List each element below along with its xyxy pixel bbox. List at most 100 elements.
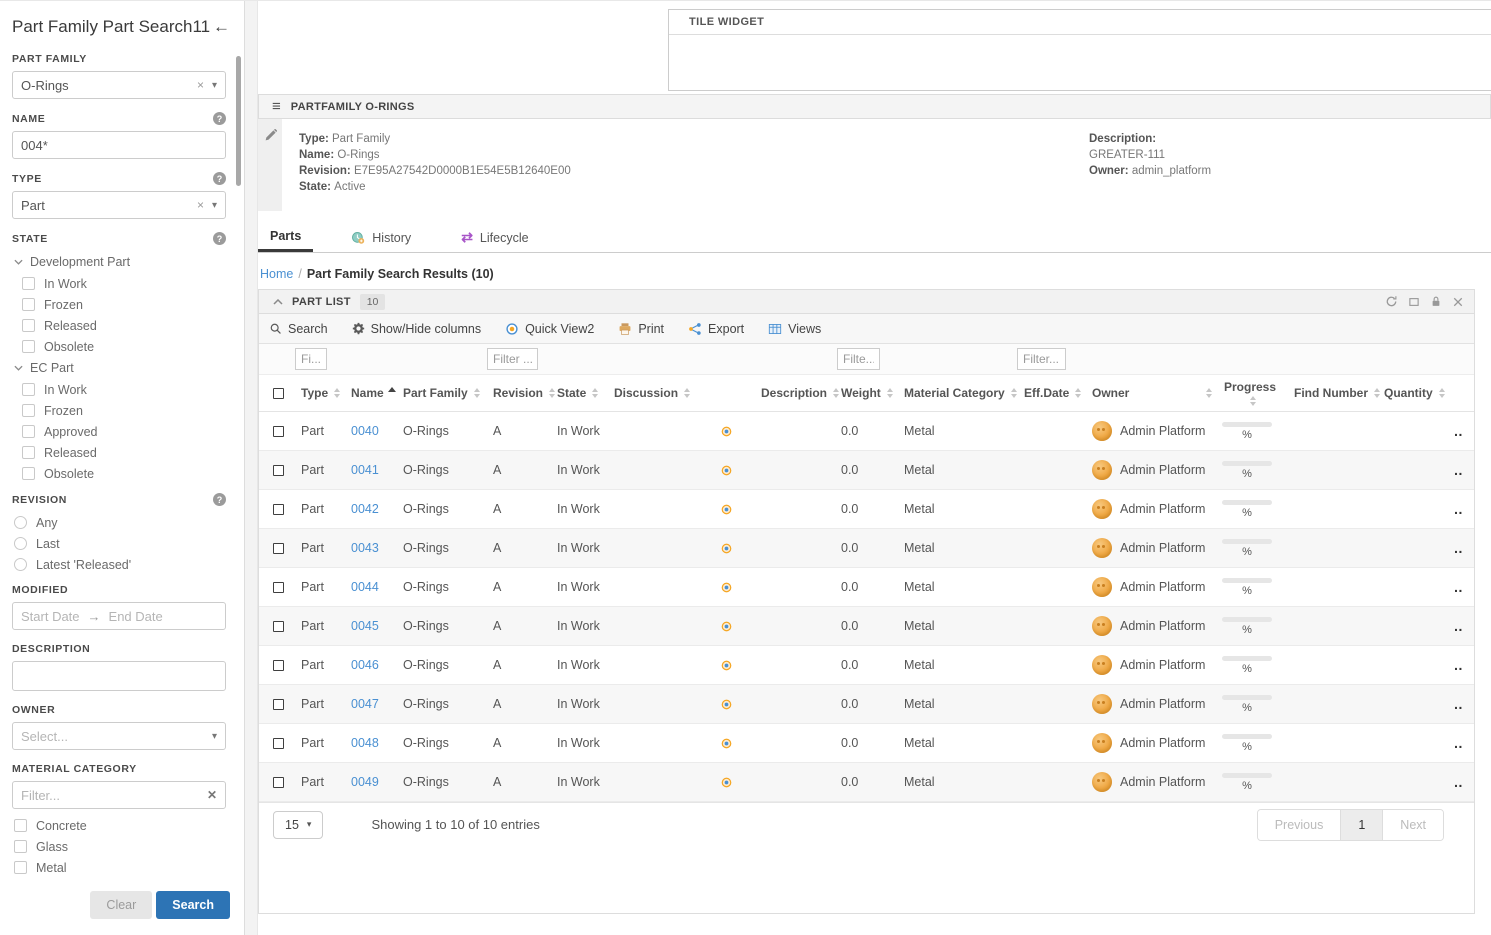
state-option-checkbox[interactable]: Frozen [12, 400, 226, 421]
column-filter-input[interactable] [295, 348, 327, 370]
row-actions-menu[interactable]: … [1453, 412, 1474, 450]
part-name-link[interactable]: 0049 [351, 775, 379, 789]
next-page-button[interactable]: Next [1383, 810, 1443, 840]
discussion-eye-icon[interactable] [720, 659, 733, 672]
column-filter-input[interactable] [487, 348, 538, 370]
column-header-owner[interactable]: Owner [1086, 375, 1220, 411]
row-actions-menu[interactable]: … [1453, 451, 1474, 489]
revision-radio[interactable]: Any [12, 512, 226, 533]
row-actions-menu[interactable]: … [1453, 490, 1474, 528]
toolbar-show-hide-columns-button[interactable]: Show/Hide columns [352, 322, 481, 336]
toolbar-export-button[interactable]: Export [688, 322, 744, 336]
column-header-name[interactable]: Name [345, 375, 397, 411]
column-header-type[interactable]: Type [295, 375, 345, 411]
row-checkbox[interactable] [259, 529, 295, 567]
search-button[interactable]: Search [156, 891, 230, 919]
row-checkbox[interactable] [259, 490, 295, 528]
part-name-link[interactable]: 0045 [351, 619, 379, 633]
column-header-quantity[interactable]: Quantity [1378, 375, 1453, 411]
discussion-eye-icon[interactable] [720, 542, 733, 555]
breadcrumb-home-link[interactable]: Home [260, 267, 293, 281]
help-icon[interactable]: ? [213, 112, 226, 125]
column-filter-input[interactable] [837, 348, 880, 370]
sidebar-scrollbar-thumb[interactable] [236, 56, 241, 186]
state-option-checkbox[interactable]: Released [12, 442, 226, 463]
toolbar-views-button[interactable]: Views [768, 322, 821, 336]
column-header-progress[interactable]: Progress [1220, 375, 1288, 411]
clear-filter-icon[interactable]: ✕ [207, 788, 217, 802]
lock-icon[interactable] [1430, 295, 1442, 308]
tab-history[interactable]: History [339, 223, 423, 252]
column-header-description[interactable]: Description [755, 375, 835, 411]
start-date-input[interactable]: Start Date [21, 609, 80, 624]
refresh-icon[interactable] [1385, 295, 1398, 308]
page-size-select[interactable]: 15 ▾ [273, 811, 323, 839]
owner-select[interactable]: Select... ▾ [12, 722, 226, 750]
column-header-state[interactable]: State [551, 375, 608, 411]
row-checkbox[interactable] [259, 763, 295, 801]
part-name-link[interactable]: 0046 [351, 658, 379, 672]
clear-selection-icon[interactable]: × [197, 198, 204, 212]
part-name-link[interactable]: 0047 [351, 697, 379, 711]
tab-lifecycle[interactable]: ⇄Lifecycle [449, 223, 540, 252]
window-icon[interactable] [1408, 296, 1420, 308]
discussion-eye-icon[interactable] [720, 776, 733, 789]
part-name-link[interactable]: 0043 [351, 541, 379, 555]
help-icon[interactable]: ? [213, 493, 226, 506]
clear-button[interactable]: Clear [90, 891, 152, 919]
column-header-discussion[interactable]: Discussion [608, 375, 755, 411]
toolbar-search-button[interactable]: Search [269, 322, 328, 336]
row-checkbox[interactable] [259, 607, 295, 645]
row-checkbox[interactable] [259, 451, 295, 489]
discussion-eye-icon[interactable] [720, 620, 733, 633]
column-header-weight[interactable]: Weight [835, 375, 898, 411]
clear-selection-icon[interactable]: × [197, 78, 204, 92]
help-icon[interactable]: ? [213, 232, 226, 245]
discussion-eye-icon[interactable] [720, 425, 733, 438]
row-actions-menu[interactable]: … [1453, 529, 1474, 567]
select-all-checkbox[interactable] [259, 375, 295, 411]
type-select[interactable]: Part × ▾ [12, 191, 226, 219]
toolbar-print-button[interactable]: Print [618, 322, 664, 336]
material-option-checkbox[interactable]: Glass [12, 836, 226, 857]
row-actions-menu[interactable]: … [1453, 685, 1474, 723]
column-header-material-category[interactable]: Material Category [898, 375, 1018, 411]
part-family-select[interactable]: O-Rings × ▾ [12, 71, 226, 99]
column-header-find-number[interactable]: Find Number [1288, 375, 1378, 411]
column-header-eff-date[interactable]: Eff.Date [1018, 375, 1086, 411]
chevron-down-icon[interactable]: ▾ [212, 80, 217, 91]
back-arrow-icon[interactable]: ← [211, 17, 232, 37]
state-option-checkbox[interactable]: In Work [12, 273, 226, 294]
part-name-link[interactable]: 0041 [351, 463, 379, 477]
chevron-down-icon[interactable]: ▾ [212, 731, 217, 742]
row-checkbox[interactable] [259, 724, 295, 762]
state-option-checkbox[interactable]: Obsolete [12, 336, 226, 357]
close-icon[interactable] [1452, 296, 1464, 308]
column-filter-input[interactable] [1017, 348, 1066, 370]
state-group-toggle[interactable]: Development Part [12, 251, 226, 273]
tab-parts[interactable]: Parts [258, 223, 313, 252]
row-checkbox[interactable] [259, 685, 295, 723]
state-option-checkbox[interactable]: Approved [12, 421, 226, 442]
help-icon[interactable]: ? [213, 172, 226, 185]
row-checkbox[interactable] [259, 568, 295, 606]
row-actions-menu[interactable]: … [1453, 724, 1474, 762]
collapse-chevron-icon[interactable] [273, 299, 283, 305]
previous-page-button[interactable]: Previous [1258, 810, 1341, 840]
name-input[interactable] [21, 138, 217, 153]
part-name-link[interactable]: 0042 [351, 502, 379, 516]
discussion-eye-icon[interactable] [720, 464, 733, 477]
state-option-checkbox[interactable]: Released [12, 315, 226, 336]
row-actions-menu[interactable]: … [1453, 568, 1474, 606]
discussion-eye-icon[interactable] [720, 581, 733, 594]
column-header-part-family[interactable]: Part Family [397, 375, 487, 411]
end-date-input[interactable]: End Date [109, 609, 163, 624]
row-checkbox[interactable] [259, 412, 295, 450]
column-header-revision[interactable]: Revision [487, 375, 551, 411]
discussion-eye-icon[interactable] [720, 503, 733, 516]
part-name-link[interactable]: 0044 [351, 580, 379, 594]
chevron-down-icon[interactable]: ▾ [212, 200, 217, 211]
material-option-checkbox[interactable]: Metal [12, 857, 226, 878]
state-option-checkbox[interactable]: In Work [12, 379, 226, 400]
row-actions-menu[interactable]: … [1453, 607, 1474, 645]
